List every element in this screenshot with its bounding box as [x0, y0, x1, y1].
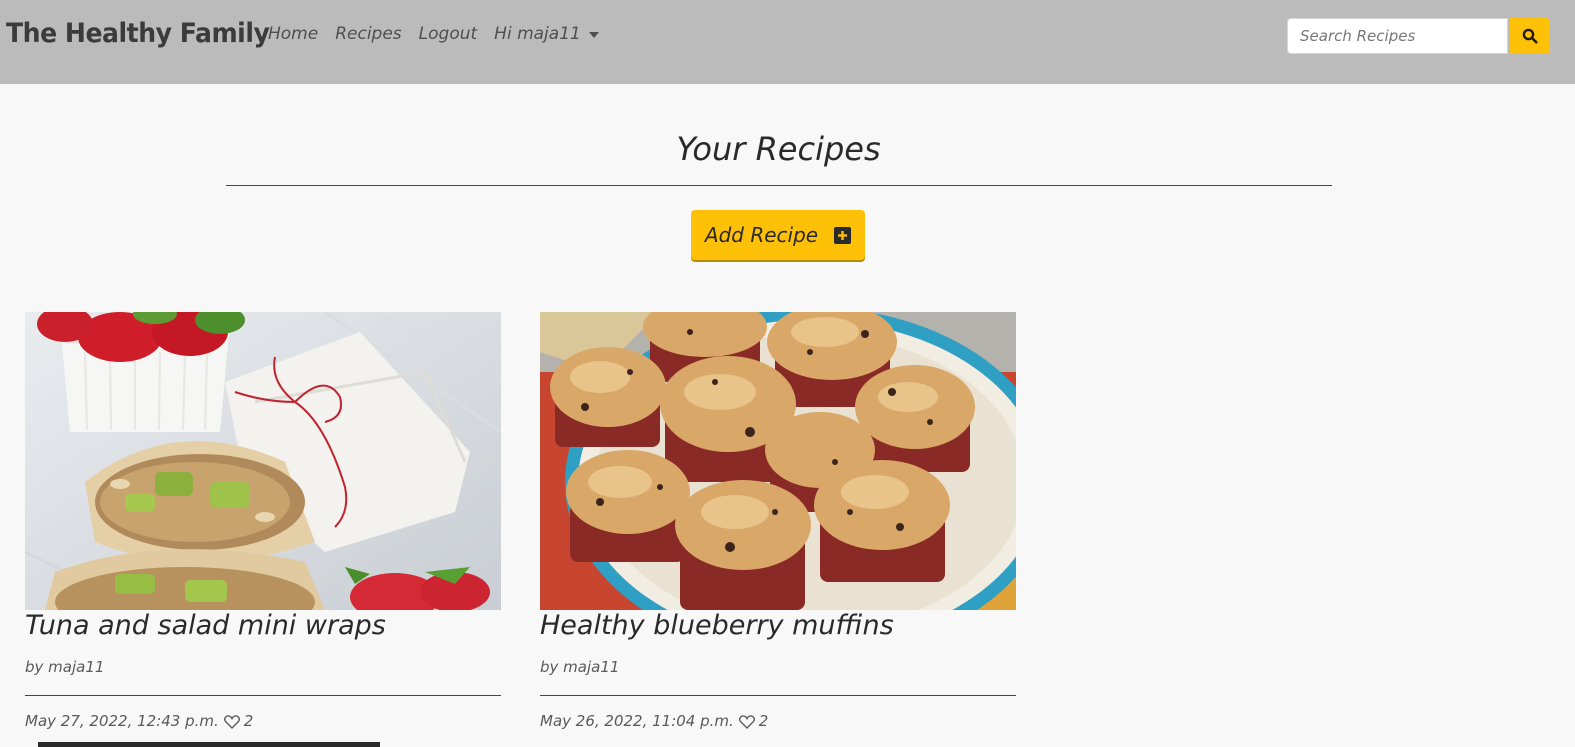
- user-menu-label: Hi maja11: [494, 24, 581, 44]
- heart-icon[interactable]: [738, 715, 755, 729]
- card-divider: [25, 695, 501, 696]
- add-recipe-label: Add Recipe: [704, 223, 819, 247]
- recipe-image-tuna-wrap[interactable]: [25, 312, 501, 610]
- add-recipe-button[interactable]: Add Recipe: [691, 210, 865, 260]
- recipe-date: May 26, 2022, 11:04 p.m.: [540, 712, 734, 730]
- plus-square-icon: [834, 226, 852, 244]
- recipe-meta: May 26, 2022, 11:04 p.m. 2: [540, 712, 768, 730]
- caret-down-icon: [588, 32, 599, 38]
- recipe-card: Tuna and salad mini wraps by maja11 May …: [25, 312, 501, 730]
- search-input[interactable]: [1287, 18, 1508, 54]
- like-count: 2: [243, 712, 254, 730]
- nav-link-logout[interactable]: Logout: [419, 24, 478, 44]
- nav-links: Home Recipes Logout Hi maja11: [268, 24, 616, 44]
- title-divider: [226, 185, 1332, 186]
- navbar: The Healthy Family Home Recipes Logout H…: [0, 0, 1575, 84]
- recipe-card: Healthy blueberry muffins by maja11 May …: [540, 312, 1016, 730]
- user-menu-dropdown[interactable]: Hi maja11: [494, 24, 599, 44]
- page-title: Your Recipes: [676, 130, 881, 168]
- search-button[interactable]: [1510, 18, 1550, 54]
- card-divider: [540, 695, 1016, 696]
- footer-edge: [38, 742, 380, 747]
- recipe-meta: May 27, 2022, 12:43 p.m. 2: [25, 712, 253, 730]
- heart-icon[interactable]: [223, 715, 240, 729]
- nav-link-home[interactable]: Home: [268, 24, 318, 44]
- brand-logo[interactable]: The Healthy Family: [6, 18, 270, 49]
- like-count: 2: [758, 712, 769, 730]
- nav-link-recipes[interactable]: Recipes: [335, 24, 401, 44]
- recipe-title[interactable]: Tuna and salad mini wraps: [25, 610, 386, 641]
- recipe-title[interactable]: Healthy blueberry muffins: [540, 610, 894, 641]
- recipe-author: by maja11: [25, 658, 105, 676]
- recipe-author: by maja11: [540, 658, 620, 676]
- recipe-image-muffins[interactable]: [540, 312, 1016, 610]
- recipe-date: May 27, 2022, 12:43 p.m.: [25, 712, 219, 730]
- search-icon: [1522, 28, 1538, 44]
